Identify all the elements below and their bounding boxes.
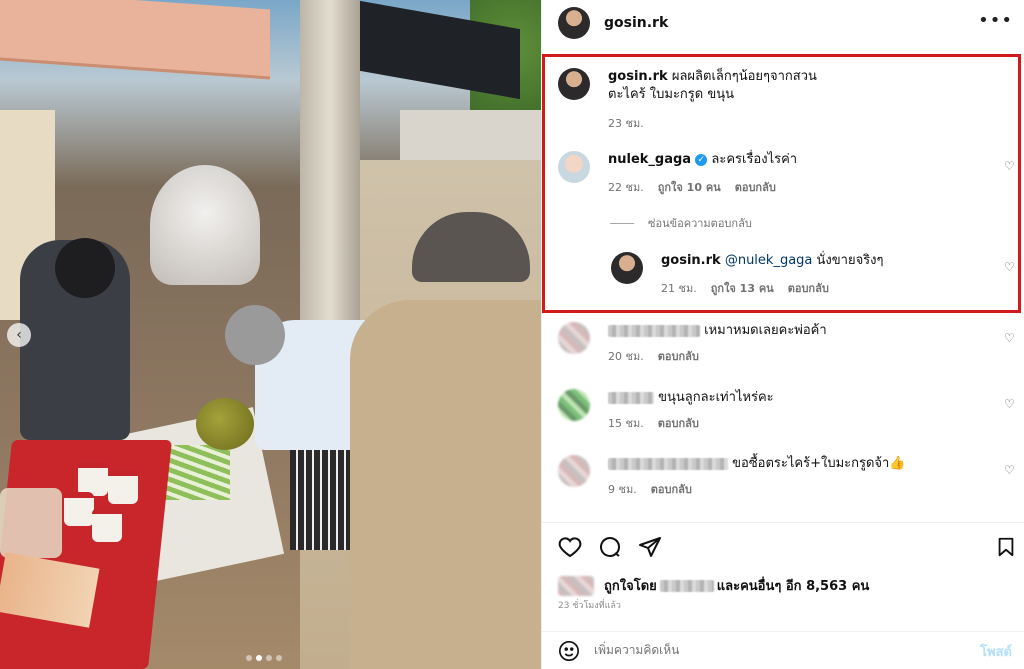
heart-icon[interactable] [558,535,582,559]
comment-body: ขอซื้อตระไคร้+ใบมะกรูดจ้า👍 [732,456,906,471]
header-username[interactable]: gosin.rk [604,15,668,31]
photo-jackfruit [196,398,254,450]
reply-item: gosin.rk @nulek_gaga นั่งขายจริงๆ 21 ชม.… [611,252,884,297]
reply-button[interactable]: ตอบกลับ [658,347,699,365]
avatar[interactable] [558,6,590,39]
comment-input[interactable]: เพิ่มความคิดเห็น [594,641,679,660]
comment-icon[interactable] [598,535,622,559]
likes-suffix: และคนอื่นๆ อีก 8,563 คน [716,579,870,594]
comment-username[interactable]: nulek_gaga [608,152,691,167]
avatar[interactable] [558,389,590,421]
send-icon[interactable] [638,535,662,559]
reply-button[interactable]: ตอบกลับ [735,178,776,196]
hide-replies-label: ซ่อนข้อความตอบกลับ [648,217,752,230]
post-comment-button[interactable]: โพสต์ [980,641,1012,662]
comment-time[interactable]: 9 ชม. [608,480,637,498]
photo-jar [78,462,108,496]
comment-time[interactable]: 20 ชม. [608,347,644,365]
caption-text: gosin.rk ผลผลิตเล็กๆน้อยๆจากสวน ตะไคร้ ใ… [608,68,817,104]
blurred-username[interactable] [659,579,714,592]
comment-text: เหมาหมดเลยคะพ่อค้า [608,322,827,340]
photo-umbrella [150,165,260,285]
comment-composer: เพิ่มความคิดเห็น [542,631,1024,669]
photo-customer-head [225,305,285,365]
likes-prefix: ถูกใจโดย [604,579,657,594]
comment-item: ขอซื้อตระไคร้+ใบมะกรูดจ้า👍 9 ชม. ตอบกลับ [558,455,906,498]
avatar[interactable] [558,455,590,487]
avatar[interactable] [558,151,590,183]
avatar[interactable] [558,68,590,100]
caption-username[interactable]: gosin.rk [608,69,668,84]
comment-body: ขนุนลูกละเท่าไหร่คะ [658,390,774,405]
liker-avatar [558,575,594,596]
carousel-dot-active[interactable] [256,655,262,661]
reply-likes[interactable]: ถูกใจ 13 คน [711,279,774,297]
reply-username[interactable]: gosin.rk [661,253,721,268]
comment-text: ขนุนลูกละเท่าไหร่คะ [608,389,774,407]
comment-meta: 20 ชม. ตอบกลับ [608,347,827,365]
comment-meta: 9 ชม. ตอบกลับ [608,480,906,498]
avatar[interactable] [558,322,590,354]
avatar[interactable] [611,252,643,284]
reply-button[interactable]: ตอบกลับ [788,279,829,297]
photo-bag [0,488,62,558]
more-horizontal-icon[interactable]: ••• [978,10,1013,31]
reply-mention[interactable]: @nulek_gaga [725,253,813,268]
heart-icon[interactable]: ♡ [1004,464,1016,476]
chevron-left-icon: ‹ [16,327,22,343]
caption-line1: ผลผลิตเล็กๆน้อยๆจากสวน [671,69,817,84]
blurred-username[interactable] [608,391,654,404]
photo-jar [108,470,138,504]
comment-item: ขนุนลูกละเท่าไหร่คะ 15 ชม. ตอบกลับ [558,389,774,432]
heart-icon[interactable]: ♡ [1004,398,1016,410]
comment-item: nulek_gaga ✓ ละครเรื่องไรค่า 22 ชม. ถูกใ… [558,151,797,196]
comment-body: เหมาหมดเลยคะพ่อค้า [704,323,827,338]
comment-meta: 22 ชม. ถูกใจ 10 คน ตอบกลับ [608,178,797,196]
comment-meta: 15 ชม. ตอบกลับ [608,414,774,432]
comment-text: ขอซื้อตระไคร้+ใบมะกรูดจ้า👍 [608,455,906,473]
likes-summary[interactable]: ถูกใจโดย และคนอื่นๆ อีก 8,563 คน [558,575,869,596]
hide-replies-button[interactable]: ซ่อนข้อความตอบกลับ [610,214,752,232]
post-timestamp[interactable]: 23 ชั่วโมงที่แล้ว [558,598,621,612]
heart-icon[interactable]: ♡ [1004,160,1016,172]
photo-jar [64,492,94,526]
photo-jar [92,508,122,542]
carousel-dot[interactable] [276,655,282,661]
carousel-dot[interactable] [266,655,272,661]
comment-likes[interactable]: ถูกใจ 10 คน [658,178,721,196]
comment-time[interactable]: 22 ชม. [608,178,644,196]
caption-time[interactable]: 23 ชม. [608,114,644,132]
comment-time[interactable]: 15 ชม. [608,414,644,432]
heart-icon[interactable]: ♡ [1004,261,1016,273]
bookmark-icon[interactable] [994,535,1018,559]
verified-badge-icon: ✓ [695,153,708,166]
comment-text: nulek_gaga ✓ ละครเรื่องไรค่า [608,151,797,169]
reply-meta: 21 ชม. ถูกใจ 13 คน ตอบกลับ [661,279,884,297]
blurred-username[interactable] [608,457,728,470]
post-header: gosin.rk ••• [542,0,1024,45]
caption: gosin.rk ผลผลิตเล็กๆน้อยๆจากสวน ตะไคร้ ใ… [558,68,817,132]
comment-body: ละครเรื่องไรค่า [711,152,798,167]
carousel-dots [246,655,282,661]
post-photo[interactable]: ‹ [0,0,541,669]
photo-boy [350,300,541,669]
reply-button[interactable]: ตอบกลับ [658,414,699,432]
blurred-username[interactable] [608,324,700,337]
hide-replies-line [610,222,634,224]
reply-time[interactable]: 21 ชม. [661,279,697,297]
carousel-dot[interactable] [246,655,252,661]
reply-button[interactable]: ตอบกลับ [651,480,692,498]
photo-pole [300,0,360,330]
caption-line2: ตะไคร้ ใบมะกรูด ขนุน [608,87,735,102]
smiley-icon[interactable] [558,640,580,662]
caption-meta: 23 ชม. [608,114,817,132]
carousel-prev-button[interactable]: ‹ [7,323,31,347]
reply-body: นั่งขายจริงๆ [816,253,884,268]
comment-item: เหมาหมดเลยคะพ่อค้า 20 ชม. ตอบกลับ [558,322,827,365]
reply-text: gosin.rk @nulek_gaga นั่งขายจริงๆ [661,252,884,270]
heart-icon[interactable]: ♡ [1004,332,1016,344]
photo-awning [0,0,270,80]
post-side-panel: gosin.rk ••• gosin.rk ผลผลิตเล็กๆน้อยๆจา… [541,0,1024,669]
photo-seller-head [55,238,115,298]
